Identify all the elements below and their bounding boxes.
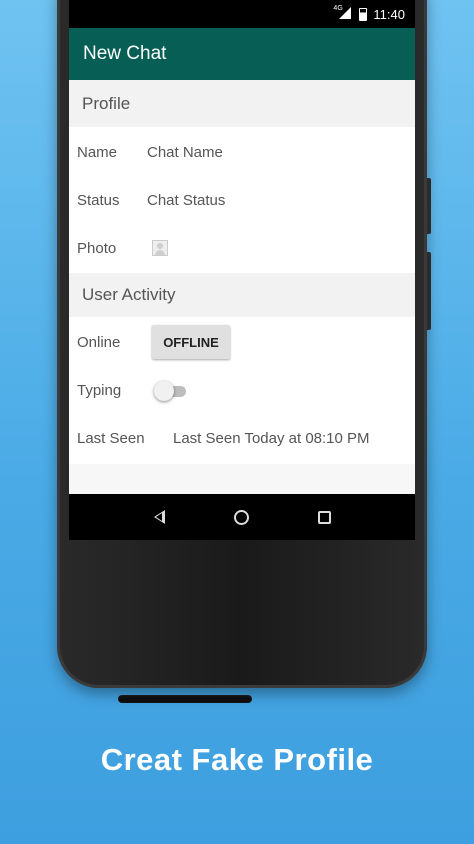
last-seen-label: Last Seen (77, 429, 145, 447)
recents-icon[interactable] (317, 510, 331, 524)
toolbar-title: New Chat (83, 43, 167, 64)
activity-card: Online OFFLINE Typing Last Seen Last See… (69, 317, 415, 464)
battery-icon (359, 7, 368, 21)
status-value[interactable]: Chat Status (147, 192, 225, 209)
profile-header-label: Profile (82, 93, 131, 113)
profile-section-header: Profile (69, 80, 415, 127)
typing-toggle[interactable] (154, 380, 188, 401)
online-label: Online (77, 333, 121, 351)
nav-bar (69, 494, 415, 540)
last-seen-value[interactable]: Last Seen Today at 08:10 PM (173, 430, 370, 447)
status-row[interactable]: Status Chat Status (69, 177, 415, 223)
online-row: Online OFFLINE (69, 317, 415, 367)
status-label: Status (77, 191, 120, 209)
power-button (427, 252, 431, 330)
name-row[interactable]: Name Chat Name (69, 127, 415, 177)
phone-speaker (118, 695, 252, 703)
volume-button (427, 178, 431, 234)
status-time: 11:40 (373, 6, 405, 22)
photo-row[interactable]: Photo (69, 223, 415, 273)
name-value[interactable]: Chat Name (147, 144, 223, 161)
offline-button[interactable]: OFFLINE (152, 325, 230, 359)
avatar-placeholder-icon[interactable] (152, 240, 168, 256)
home-icon[interactable] (233, 509, 249, 525)
phone-screen: 4G 11:40 New Chat Profile Name Chat Name… (69, 0, 415, 540)
activity-section-header: User Activity (69, 273, 415, 317)
phone-mockup: 4G 11:40 New Chat Profile Name Chat Name… (57, 0, 431, 688)
network-type: 4G (333, 5, 343, 12)
signal-icon: 4G (333, 5, 353, 21)
photo-label: Photo (77, 239, 117, 257)
name-label: Name (77, 143, 118, 161)
status-bar: 4G 11:40 (69, 0, 415, 28)
toggle-thumb (154, 380, 174, 401)
profile-card: Name Chat Name Status Chat Status Photo (69, 127, 415, 273)
back-icon[interactable] (153, 510, 165, 524)
app-toolbar: New Chat (69, 28, 415, 80)
typing-row: Typing (69, 367, 415, 414)
last-seen-row[interactable]: Last Seen Last Seen Today at 08:10 PM (69, 414, 415, 462)
promo-caption: Creat Fake Profile (100, 742, 374, 777)
activity-header-label: User Activity (82, 285, 176, 304)
typing-label: Typing (77, 382, 122, 399)
